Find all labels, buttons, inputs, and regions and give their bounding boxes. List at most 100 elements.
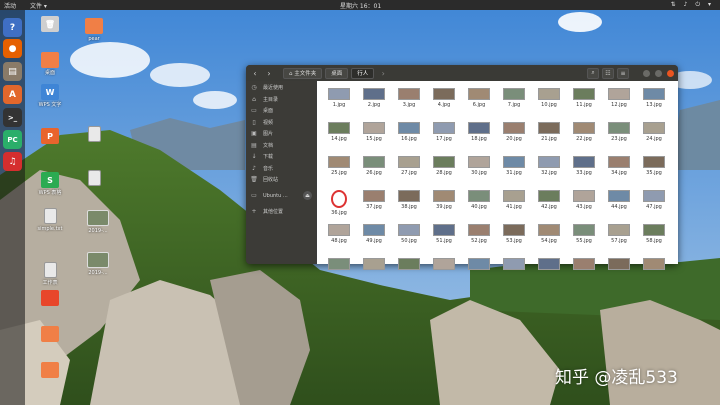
file-item[interactable]: 23.jpg bbox=[605, 122, 633, 142]
sidebar-item[interactable]: ▭ 桌面 bbox=[246, 106, 316, 116]
file-item[interactable]: 18.jpg bbox=[465, 122, 493, 142]
back-button[interactable]: ‹ bbox=[250, 68, 260, 78]
dock-help-icon[interactable]: ? bbox=[3, 18, 22, 37]
file-item[interactable]: 34.jpg bbox=[605, 156, 633, 176]
sidebar-item[interactable]: + 其他位置 bbox=[246, 207, 316, 217]
file-item[interactable]: 40.jpg bbox=[465, 190, 493, 210]
menu-button[interactable]: ≡ bbox=[617, 67, 629, 79]
sidebar-item[interactable]: ↓ 下载 bbox=[246, 152, 316, 162]
file-item[interactable]: 22.jpg bbox=[570, 122, 598, 142]
dock-pycharm-icon[interactable]: PC bbox=[3, 130, 22, 149]
file-item[interactable]: 17.jpg bbox=[430, 122, 458, 142]
search-button[interactable]: ⌕ bbox=[587, 67, 599, 79]
file-item[interactable]: 4.jpg bbox=[430, 88, 458, 108]
file-item[interactable]: 26.jpg bbox=[360, 156, 388, 176]
file-item[interactable]: 42.jpg bbox=[535, 190, 563, 210]
file-item[interactable]: 2.jpg bbox=[360, 88, 388, 108]
desktop-wps-s-icon[interactable]: S WPS 表格 bbox=[30, 172, 70, 196]
close-button[interactable] bbox=[667, 69, 674, 77]
file-item[interactable]: 53.jpg bbox=[500, 224, 528, 244]
desktop-folder-icon[interactable] bbox=[30, 362, 70, 380]
file-item[interactable]: 16.jpg bbox=[395, 122, 423, 142]
desktop-folder-icon[interactable]: 桌面 bbox=[30, 52, 70, 76]
file-item[interactable] bbox=[430, 258, 458, 272]
sidebar-item[interactable]: ♪ 音乐 bbox=[246, 163, 316, 173]
desktop-folder-icon[interactable]: pear bbox=[74, 18, 114, 42]
file-item[interactable]: 39.jpg bbox=[430, 190, 458, 210]
file-item[interactable]: 1.jpg bbox=[325, 88, 353, 108]
file-item[interactable] bbox=[500, 258, 528, 272]
file-item[interactable]: 21.jpg bbox=[535, 122, 563, 142]
file-item[interactable]: 32.jpg bbox=[535, 156, 563, 176]
file-item[interactable]: 13.jpg bbox=[640, 88, 668, 108]
file-item[interactable]: 37.jpg bbox=[360, 190, 388, 210]
file-item[interactable]: 7.jpg bbox=[500, 88, 528, 108]
desktop-wps-w-icon[interactable]: W WPS 文字 bbox=[30, 84, 70, 108]
dock-netease-music-icon[interactable]: ♫ bbox=[3, 152, 22, 171]
sidebar-item[interactable]: ▭ Ubuntu ... ⏏ bbox=[246, 191, 316, 201]
file-item[interactable]: 15.jpg bbox=[360, 122, 388, 142]
desktop-wps-p-icon[interactable]: P bbox=[30, 128, 70, 146]
desktop-image-icon[interactable]: 2019-... bbox=[78, 252, 118, 276]
file-item[interactable]: 38.jpg bbox=[395, 190, 423, 210]
desktop-trash-icon[interactable]: 🗑 bbox=[30, 16, 70, 34]
file-item[interactable]: 54.jpg bbox=[535, 224, 563, 244]
file-item[interactable] bbox=[465, 258, 493, 272]
file-item[interactable]: 48.jpg bbox=[325, 224, 353, 244]
dock-files-icon[interactable]: ▤ bbox=[3, 62, 22, 81]
file-item[interactable]: 31.jpg bbox=[500, 156, 528, 176]
file-item[interactable] bbox=[640, 258, 668, 272]
file-item[interactable]: 36.jpg bbox=[325, 190, 353, 216]
file-item[interactable]: 11.jpg bbox=[570, 88, 598, 108]
file-item[interactable]: 43.jpg bbox=[570, 190, 598, 210]
file-item[interactable]: 41.jpg bbox=[500, 190, 528, 210]
file-item[interactable]: 55.jpg bbox=[570, 224, 598, 244]
file-item[interactable]: 51.jpg bbox=[430, 224, 458, 244]
breadcrumb-item[interactable]: ⌂ 主文件夹 bbox=[283, 67, 323, 79]
file-item[interactable]: 44.jpg bbox=[605, 190, 633, 210]
file-item[interactable]: 35.jpg bbox=[640, 156, 668, 176]
file-item[interactable] bbox=[395, 258, 423, 272]
app-menu[interactable]: 文件 ▾ bbox=[30, 1, 47, 10]
file-item[interactable]: 24.jpg bbox=[640, 122, 668, 142]
breadcrumb-item[interactable]: 桌面 bbox=[325, 67, 349, 79]
file-item[interactable] bbox=[605, 258, 633, 272]
file-item[interactable]: 27.jpg bbox=[395, 156, 423, 176]
file-item[interactable] bbox=[360, 258, 388, 272]
desktop-doc-icon[interactable] bbox=[74, 170, 114, 188]
sidebar-item[interactable]: ▤ 文档 bbox=[246, 140, 316, 150]
file-item[interactable]: 10.jpg bbox=[535, 88, 563, 108]
file-item[interactable] bbox=[535, 258, 563, 272]
file-item[interactable]: 49.jpg bbox=[360, 224, 388, 244]
file-item[interactable]: 50.jpg bbox=[395, 224, 423, 244]
sidebar-item[interactable]: ▣ 图片 bbox=[246, 129, 316, 139]
minimize-button[interactable] bbox=[643, 69, 650, 77]
file-item[interactable]: 12.jpg bbox=[605, 88, 633, 108]
desktop-folder-icon[interactable] bbox=[30, 290, 70, 308]
file-item[interactable]: 3.jpg bbox=[395, 88, 423, 108]
file-item[interactable]: 47.jpg bbox=[640, 190, 668, 210]
desktop-folder-icon[interactable] bbox=[30, 326, 70, 344]
breadcrumb-item[interactable]: 行人 bbox=[351, 67, 375, 79]
sidebar-item[interactable]: ◷ 最近使用 bbox=[246, 83, 316, 93]
forward-button[interactable]: › bbox=[264, 68, 274, 78]
file-item[interactable]: 6.jpg bbox=[465, 88, 493, 108]
file-item[interactable]: 25.jpg bbox=[325, 156, 353, 176]
maximize-button[interactable] bbox=[655, 69, 662, 77]
clock[interactable]: 星期六 16：01 bbox=[340, 1, 381, 10]
sidebar-item[interactable]: ⌂ 主目录 bbox=[246, 94, 316, 104]
sidebar-item[interactable]: ▯ 视频 bbox=[246, 117, 316, 127]
eject-icon[interactable]: ⏏ bbox=[303, 191, 312, 200]
file-item[interactable]: 57.jpg bbox=[605, 224, 633, 244]
file-item[interactable]: 14.jpg bbox=[325, 122, 353, 142]
desktop-doc-icon[interactable] bbox=[74, 126, 114, 144]
file-item[interactable] bbox=[570, 258, 598, 272]
dock-firefox-icon[interactable]: ● bbox=[3, 39, 22, 58]
sidebar-item[interactable]: 🗑 回收站 bbox=[246, 175, 316, 185]
file-item[interactable]: 30.jpg bbox=[465, 156, 493, 176]
desktop-text-icon[interactable]: simple.txt bbox=[30, 208, 70, 232]
desktop-text-icon[interactable]: 工作表 bbox=[30, 262, 70, 286]
dock-software-icon[interactable]: A bbox=[3, 85, 22, 104]
desktop-image-icon[interactable]: 2019-... bbox=[78, 210, 118, 234]
file-item[interactable]: 58.jpg bbox=[640, 224, 668, 244]
